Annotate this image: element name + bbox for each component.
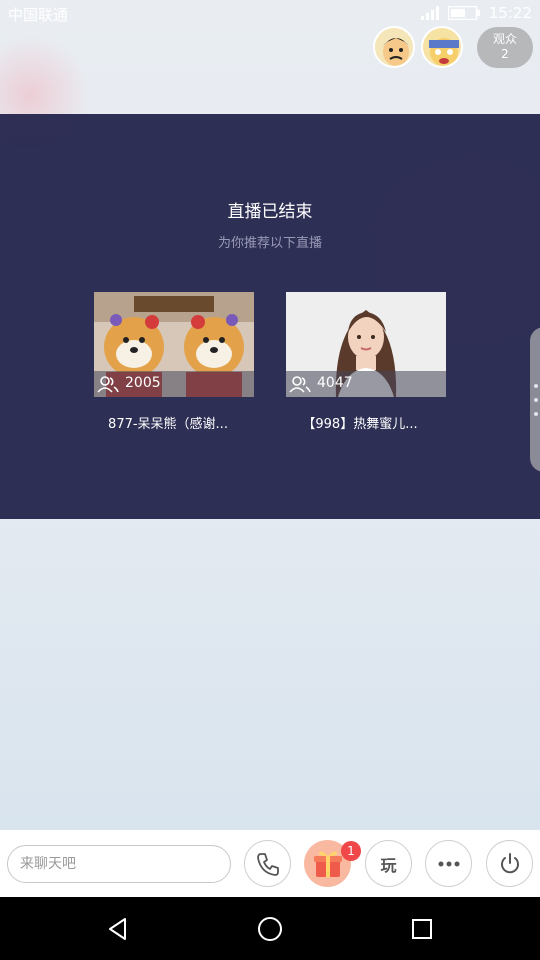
recent-apps-icon [412,919,432,939]
recommendation-thumbnail: 4047 [286,292,446,397]
viewer-label: 观众 [492,32,517,46]
people-icon [97,376,119,393]
exit-button[interactable] [486,840,533,887]
more-icon [438,861,459,866]
carrier-name: 中国联通 [8,6,69,24]
recommendation-card[interactable]: 2005 877-呆呆熊（感谢... [94,292,254,432]
people-icon [289,376,311,393]
home-icon [258,917,282,941]
battery-icon [448,6,480,20]
audience-avatar[interactable] [373,26,415,68]
back-icon [109,918,126,940]
recommendation-title: 877-呆呆熊（感谢... [108,417,228,432]
recommendation-thumbnail: 2005 [94,292,254,397]
play-button[interactable]: 玩 [365,840,412,887]
clock: 15:22 [488,4,532,22]
viewer-count-bar: 2005 [94,371,254,397]
ended-title: 直播已结束 [227,202,313,222]
power-icon [500,852,519,873]
viewer-count-bar: 4047 [286,371,446,397]
home-button[interactable] [250,909,290,949]
ended-subtitle: 为你推荐以下直播 [217,236,322,251]
recommendation-card[interactable]: 4047 【998】热舞蜜儿... [286,292,446,432]
gift-badge: 1 [341,841,361,861]
handle-dot [534,384,538,388]
signal-icon [421,6,439,20]
gift-icon [313,851,342,877]
recent-apps-button[interactable] [402,909,442,949]
navigation-bar [0,897,540,960]
recommendation-title: 【998】热舞蜜儿... [302,417,418,432]
play-label: 玩 [380,855,397,875]
handle-dot [534,412,538,416]
bottom-toolbar: 1 玩 [0,830,540,897]
recommendation-viewers: 4047 [317,375,353,391]
side-drawer-handle[interactable] [530,327,540,472]
chat-input[interactable] [7,845,231,883]
audience-avatar[interactable] [421,26,463,68]
viewer-count-badge[interactable]: 观众 2 [477,27,533,68]
viewer-count: 2 [501,47,509,61]
handle-dot [534,398,538,402]
recommendation-viewers: 2005 [125,375,161,391]
phone-icon [256,852,279,876]
more-button[interactable] [425,840,472,887]
live-ended-panel: 直播已结束 为你推荐以下直播 2005 877-呆呆熊（感谢... 4047 【… [0,114,540,519]
status-bar: 中国联通 15:22 [0,0,540,28]
back-button[interactable] [98,909,138,949]
phone-button[interactable] [244,840,291,887]
